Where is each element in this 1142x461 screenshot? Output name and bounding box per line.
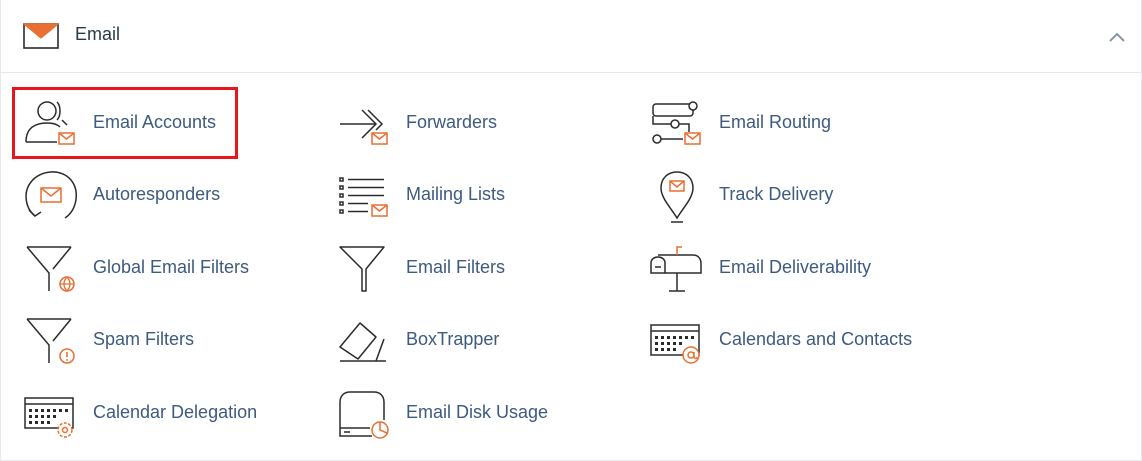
envelope-icon — [23, 23, 59, 49]
routing-icon — [652, 101, 701, 145]
highlight-box — [12, 87, 238, 159]
global-email-filters-link[interactable]: Global Email Filters — [23, 239, 263, 299]
list-mail-icon — [339, 177, 388, 217]
forward-arrow-icon — [340, 109, 388, 145]
keyboard-at-icon — [650, 324, 700, 364]
box-trapper-icon — [339, 322, 386, 362]
item-label: Global Email Filters — [93, 257, 250, 277]
item-label: Forwarders — [406, 112, 498, 132]
boxtrapper-link[interactable]: BoxTrapper — [336, 311, 536, 371]
spam-filters-link[interactable]: Spam Filters — [23, 311, 223, 371]
calendars-contacts-link[interactable]: Calendars and Contacts — [649, 311, 929, 371]
item-label: Mailing Lists — [406, 184, 506, 204]
email-section-panel: Email Email Accounts Forwarders Email Ro… — [0, 0, 1142, 461]
item-label: Email Filters — [406, 257, 506, 277]
item-label: Autoresponders — [93, 184, 221, 204]
email-disk-usage-link[interactable]: Email Disk Usage — [336, 384, 566, 444]
forwarders-link[interactable]: Forwarders — [336, 94, 526, 154]
funnel-icon — [339, 246, 385, 292]
calendar-delegation-link[interactable]: Calendar Delegation — [23, 384, 273, 444]
funnel-warning-icon — [26, 318, 75, 364]
email-routing-link[interactable]: Email Routing — [649, 94, 859, 154]
mailbox-icon — [650, 246, 702, 292]
autoresponders-link[interactable]: Autoresponders — [23, 166, 243, 226]
item-label: Spam Filters — [93, 329, 195, 349]
email-filters-link[interactable]: Email Filters — [336, 239, 536, 299]
track-delivery-link[interactable]: Track Delivery — [649, 166, 859, 226]
item-label: Email Disk Usage — [406, 402, 549, 422]
email-deliverability-link[interactable]: Email Deliverability — [649, 239, 889, 299]
item-label: Email Deliverability — [719, 257, 872, 277]
funnel-globe-icon — [26, 246, 75, 292]
disk-usage-icon — [339, 391, 389, 439]
section-header[interactable]: Email — [1, 0, 1141, 73]
mailing-lists-link[interactable]: Mailing Lists — [336, 166, 536, 226]
item-label: Email Routing — [719, 112, 832, 132]
autoresponder-icon — [25, 171, 77, 219]
calendar-gear-icon — [24, 397, 74, 438]
section-title: Email — [75, 24, 121, 44]
location-pin-mail-icon — [660, 171, 694, 223]
item-label: BoxTrapper — [406, 329, 500, 349]
item-label: Calendars and Contacts — [719, 329, 913, 349]
chevron-up-icon[interactable] — [1105, 26, 1129, 50]
item-label: Calendar Delegation — [93, 402, 258, 422]
item-label: Track Delivery — [719, 184, 834, 204]
